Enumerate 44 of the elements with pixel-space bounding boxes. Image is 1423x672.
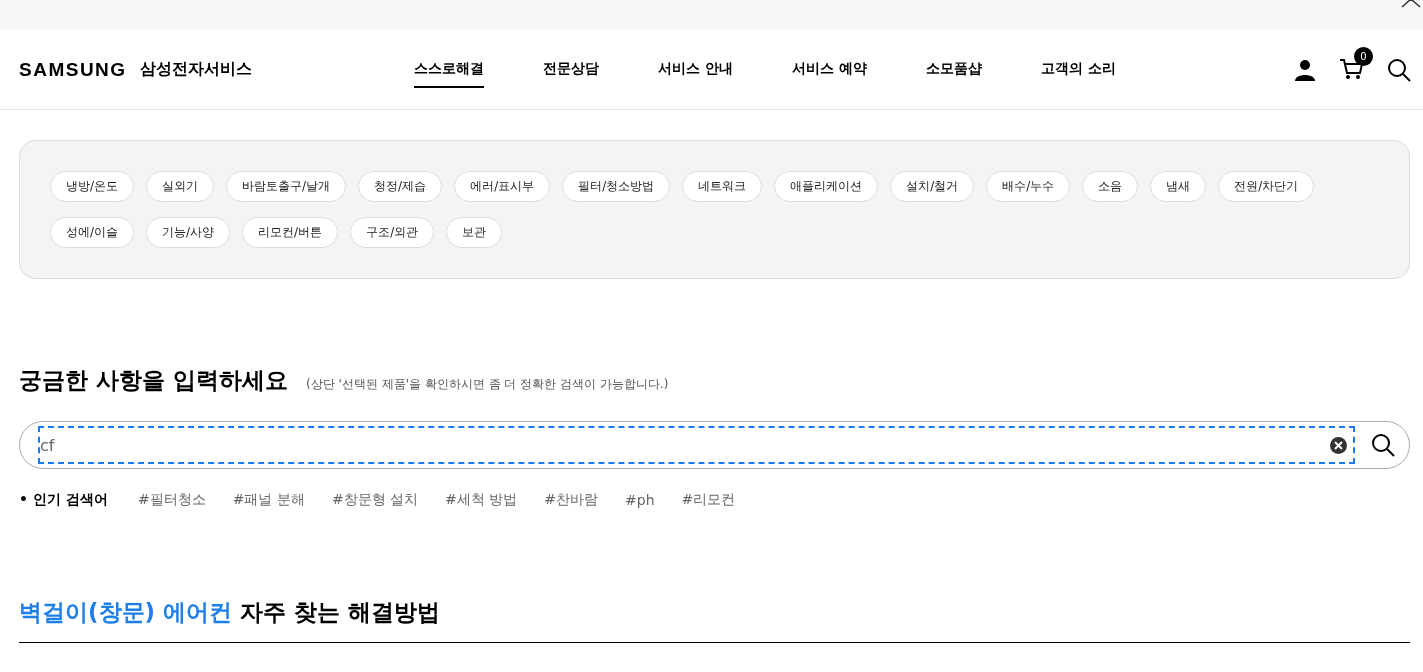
search-field[interactable]: cf [38,426,1355,464]
keyword-link[interactable]: #창문형 설치 [331,491,419,509]
category-chip[interactable]: 설치/철거 [890,171,975,202]
nav-tab[interactable]: 고객의 소리 [1040,51,1116,88]
category-chip[interactable]: 배수/누수 [986,171,1071,202]
popular-label: • 인기 검색어 [19,491,109,509]
section-heading: 벽걸이(창문) 에어컨 자주 찾는 해결방법 [19,598,442,627]
category-chip[interactable]: 기능/사양 [146,217,231,248]
keyword-link[interactable]: #ph [625,492,655,508]
category-chip[interactable]: 냉방/온도 [50,171,135,202]
keyword-link[interactable]: #필터청소 [138,491,206,509]
category-chip[interactable]: 바람토출구/날개 [226,171,347,202]
category-chip[interactable]: 네트워크 [682,171,763,202]
keyword-link[interactable]: #패널 분해 [232,491,305,509]
brand-subtitle[interactable]: 삼성전자서비스 [139,59,252,80]
keyword-link[interactable]: #세척 방법 [445,491,518,509]
clear-icon[interactable] [1330,437,1347,454]
nav-tab[interactable]: 스스로해결 [414,51,484,88]
nav-tab[interactable]: 서비스 예약 [791,51,867,88]
nav-tab[interactable]: 소모품샵 [925,51,982,88]
category-chip[interactable]: 필터/청소방법 [562,171,671,202]
cart-count-badge: 0 [1354,46,1373,66]
category-chip[interactable]: 청정/제습 [358,171,443,202]
category-chip[interactable]: 실외기 [146,171,215,202]
category-chip[interactable]: 리모컨/버튼 [242,217,339,248]
brand-logo[interactable]: SAMSUNG [19,58,127,81]
category-chip[interactable]: 에러/표시부 [454,171,551,202]
nav-tab[interactable]: 서비스 안내 [658,51,733,88]
category-chip[interactable]: 보관 [446,217,503,248]
nav-tab[interactable]: 전문상담 [543,51,599,88]
search-hint: (상단 '선택된 제품'을 확인하시면 좀 더 정확한 검색이 가능합니다.) [306,376,669,393]
category-chip[interactable]: 구조/외관 [350,217,435,248]
category-chip[interactable]: 전원/차단기 [1218,171,1315,202]
search-heading: 궁금한 사항을 입력하세요 [19,366,288,395]
category-chip[interactable]: 소음 [1082,171,1139,202]
search-icon[interactable] [1371,433,1395,457]
keyword-link[interactable]: #찬바람 [544,491,599,509]
keyword-link[interactable]: #리모컨 [681,491,736,509]
user-icon[interactable] [1293,57,1317,82]
chevron-up-icon[interactable] [1401,0,1421,8]
category-chip[interactable]: 성에/이슬 [50,217,135,248]
category-chip[interactable]: 애플리케이션 [774,171,879,202]
search-icon[interactable] [1387,57,1411,82]
category-chip[interactable]: 냄새 [1150,171,1207,202]
